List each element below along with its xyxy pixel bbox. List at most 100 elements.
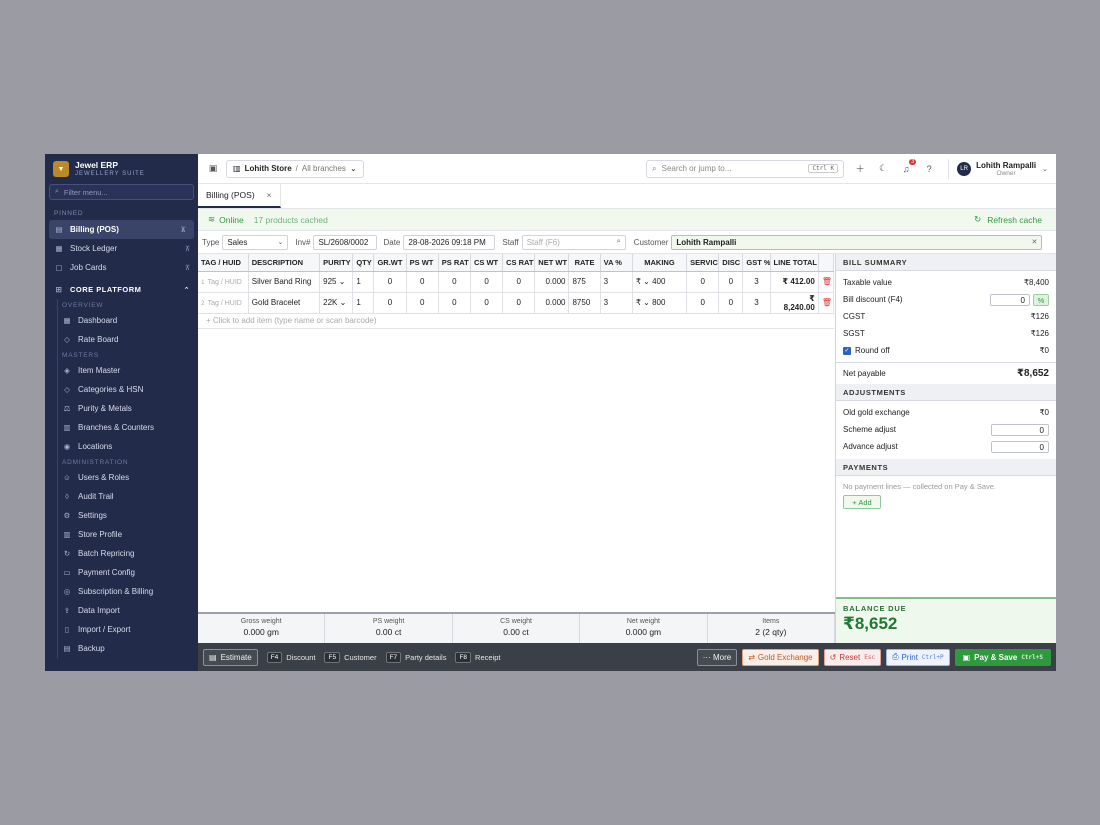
close-icon[interactable]: ✕ bbox=[1032, 238, 1038, 246]
rate-cell[interactable]: 8750 bbox=[568, 292, 601, 314]
sidebar-item-payment-config[interactable]: ▭ Payment Config bbox=[58, 563, 198, 582]
grwt-cell[interactable]: 0 bbox=[373, 292, 407, 314]
trash-icon[interactable]: 🗑 bbox=[818, 292, 835, 314]
sidebar-item-billing-pos[interactable]: ▤ Billing (POS) ⊼ bbox=[49, 220, 194, 239]
tag-cell[interactable]: 1 Tag / HUID bbox=[198, 271, 249, 293]
sidebar-item-item-master[interactable]: ◈ Item Master bbox=[58, 361, 198, 380]
pswt-cell[interactable]: 0 bbox=[406, 292, 439, 314]
tab-billing-pos[interactable]: Billing (POS) × bbox=[198, 183, 281, 208]
plus-icon[interactable]: ＋ bbox=[853, 162, 867, 175]
gst-cell[interactable]: 3 bbox=[742, 292, 771, 314]
purity-select[interactable]: 22K ⌄ bbox=[319, 292, 354, 314]
cswt-cell[interactable]: 0 bbox=[470, 271, 504, 293]
shortcut-customer[interactable]: F5 Customer bbox=[324, 651, 377, 663]
shortcut-discount[interactable]: F4 Discount bbox=[266, 651, 315, 663]
sidebar-item-subscription-billing[interactable]: ◎ Subscription & Billing bbox=[58, 582, 198, 601]
csrat-cell[interactable]: 0 bbox=[502, 271, 536, 293]
store-selector[interactable]: ▥ Lohith Store / All branches ⌄ bbox=[226, 159, 364, 178]
gold-exchange-button[interactable]: ⇄ Gold Exchange bbox=[742, 648, 819, 666]
sidebar-item-purity-metals[interactable]: ⚖ Purity & Metals bbox=[58, 399, 198, 418]
psrat-cell[interactable]: 0 bbox=[438, 292, 471, 314]
service-cell[interactable]: 0 bbox=[686, 271, 720, 293]
sidebar-item-backup[interactable]: ▤ Backup bbox=[58, 639, 198, 658]
sidebar-item-data-import[interactable]: ⇪ Data Import bbox=[58, 601, 198, 620]
brand-name: Jewel ERP bbox=[75, 160, 118, 170]
disc-cell[interactable]: 0 bbox=[718, 292, 744, 314]
round-off-checkbox[interactable]: ✓ bbox=[843, 346, 851, 355]
estimate-button[interactable]: ▤ Estimate bbox=[203, 648, 258, 666]
print-button[interactable]: ⎙ Print Ctrl+P bbox=[886, 648, 950, 666]
bell-icon[interactable]: ♫ 3 bbox=[899, 158, 917, 174]
pswt-cell[interactable]: 0 bbox=[406, 271, 439, 293]
sidebar-item-batch-repricing[interactable]: ↻ Batch Repricing bbox=[58, 544, 198, 563]
csrat-cell[interactable]: 0 bbox=[502, 292, 536, 314]
va-cell[interactable]: 3 bbox=[600, 292, 633, 314]
gst-cell[interactable]: 3 bbox=[742, 271, 771, 293]
net-payable-row: Net payable ₹8,652 bbox=[836, 362, 1056, 384]
close-icon[interactable]: × bbox=[267, 190, 272, 200]
pin-icon[interactable]: ⊼ bbox=[185, 245, 190, 253]
sidebar-item-stock-ledger[interactable]: ▦ Stock Ledger ⊼ bbox=[45, 239, 198, 258]
customer-field[interactable]: Lohith Rampalli ✕ bbox=[671, 234, 1043, 250]
filter-menu-input[interactable]: ⌕ Filter menu... bbox=[49, 184, 194, 200]
cgst-row: CGST ₹126 bbox=[843, 312, 1049, 321]
date-field[interactable]: 28-08-2026 09:18 PM bbox=[403, 234, 496, 250]
staff-input[interactable]: Staff (F6) ⌕ bbox=[521, 234, 626, 250]
description-cell[interactable]: Gold Bracelet bbox=[248, 292, 321, 314]
sidebar-item-categories-hsn[interactable]: ◇ Categories & HSN bbox=[58, 380, 198, 399]
bill-discount-input[interactable]: 0 bbox=[990, 293, 1030, 306]
sidebar-item-import-export[interactable]: ▯ Import / Export bbox=[58, 620, 198, 639]
more-button[interactable]: ··· More bbox=[696, 648, 738, 666]
pin-icon[interactable]: ⊼ bbox=[185, 264, 190, 272]
qty-cell[interactable]: 1 bbox=[352, 292, 375, 314]
sidebar-item-locations[interactable]: ◉ Locations bbox=[58, 437, 198, 456]
netwt-cell[interactable]: 0.000 bbox=[534, 292, 570, 314]
netwt-cell[interactable]: 0.000 bbox=[534, 271, 570, 293]
global-search-input[interactable]: ⌕ Search or jump to... Ctrl K bbox=[646, 159, 845, 178]
moon-icon[interactable]: ☾ bbox=[876, 163, 890, 174]
sidebar-item-users-roles[interactable]: ☺ Users & Roles bbox=[58, 468, 198, 487]
sidebar-item-dashboard[interactable]: ▦ Dashboard bbox=[58, 311, 198, 330]
sidebar-item-rate-board[interactable]: ◇ Rate Board bbox=[58, 330, 198, 349]
service-cell[interactable]: 0 bbox=[686, 292, 720, 314]
add-payment-button[interactable]: + Add bbox=[843, 495, 881, 509]
pay-save-button[interactable]: ▣ Pay & Save Ctrl+S bbox=[954, 648, 1051, 666]
sidebar-item-store-profile[interactable]: ▥ Store Profile bbox=[58, 525, 198, 544]
type-select[interactable]: Sales ⌄ bbox=[222, 234, 289, 250]
psrat-cell[interactable]: 0 bbox=[438, 271, 471, 293]
user-menu[interactable]: LR Lohith Rampalli Owner ⌄ bbox=[948, 158, 1048, 179]
refresh-icon[interactable]: ↻ bbox=[974, 214, 981, 225]
pin-icon[interactable]: ⊼ bbox=[180, 226, 186, 234]
cswt-cell[interactable]: 0 bbox=[470, 292, 504, 314]
reset-button[interactable]: ↺ Reset Esc bbox=[823, 648, 882, 666]
scheme-adjust-input[interactable]: 0 bbox=[991, 423, 1049, 436]
help-icon[interactable]: ? bbox=[922, 164, 936, 174]
tag-cell[interactable]: 2 Tag / HUID bbox=[198, 292, 249, 314]
shortcut-receipt[interactable]: F8 Receipt bbox=[455, 651, 500, 663]
sidebar-item-branches-counters[interactable]: ▥ Branches & Counters bbox=[58, 418, 198, 437]
disc-cell[interactable]: 0 bbox=[718, 271, 744, 293]
printer-icon: ⎙ bbox=[892, 652, 899, 661]
percent-toggle[interactable]: % bbox=[1033, 293, 1049, 306]
sidebar-toggle-icon[interactable]: ▣ bbox=[206, 162, 220, 176]
making-cell[interactable]: ₹ ⌄ 800 bbox=[632, 292, 688, 314]
making-cell[interactable]: ₹ ⌄ 400 bbox=[632, 271, 688, 293]
advance-adjust-input[interactable]: 0 bbox=[991, 440, 1049, 453]
shortcut-party-details[interactable]: F7 Party details bbox=[385, 651, 446, 663]
sidebar-item-job-cards[interactable]: ▢ Job Cards ⊼ bbox=[45, 258, 198, 277]
sidebar-item-audit-trail[interactable]: ◊ Audit Trail bbox=[58, 487, 198, 506]
sidebar-group-core-platform[interactable]: ⊞ CORE PLATFORM ⌃ bbox=[45, 280, 198, 299]
purity-select[interactable]: 925 ⌄ bbox=[319, 271, 354, 293]
adjustments-heading: ADJUSTMENTS bbox=[836, 384, 1056, 401]
qty-cell[interactable]: 1 bbox=[352, 271, 375, 293]
payments-heading: PAYMENTS bbox=[836, 459, 1056, 476]
add-item-row[interactable]: + Click to add item (type name or scan b… bbox=[198, 314, 834, 329]
description-cell[interactable]: Silver Band Ring bbox=[248, 271, 321, 293]
trash-icon[interactable]: 🗑 bbox=[818, 271, 835, 293]
va-cell[interactable]: 3 bbox=[600, 271, 633, 293]
rate-cell[interactable]: 875 bbox=[568, 271, 601, 293]
sidebar-item-settings[interactable]: ⚙ Settings bbox=[58, 506, 198, 525]
invoice-number-field[interactable]: SL/2608/0002 bbox=[313, 234, 378, 250]
grwt-cell[interactable]: 0 bbox=[373, 271, 407, 293]
refresh-cache-link[interactable]: Refresh cache bbox=[987, 215, 1042, 225]
